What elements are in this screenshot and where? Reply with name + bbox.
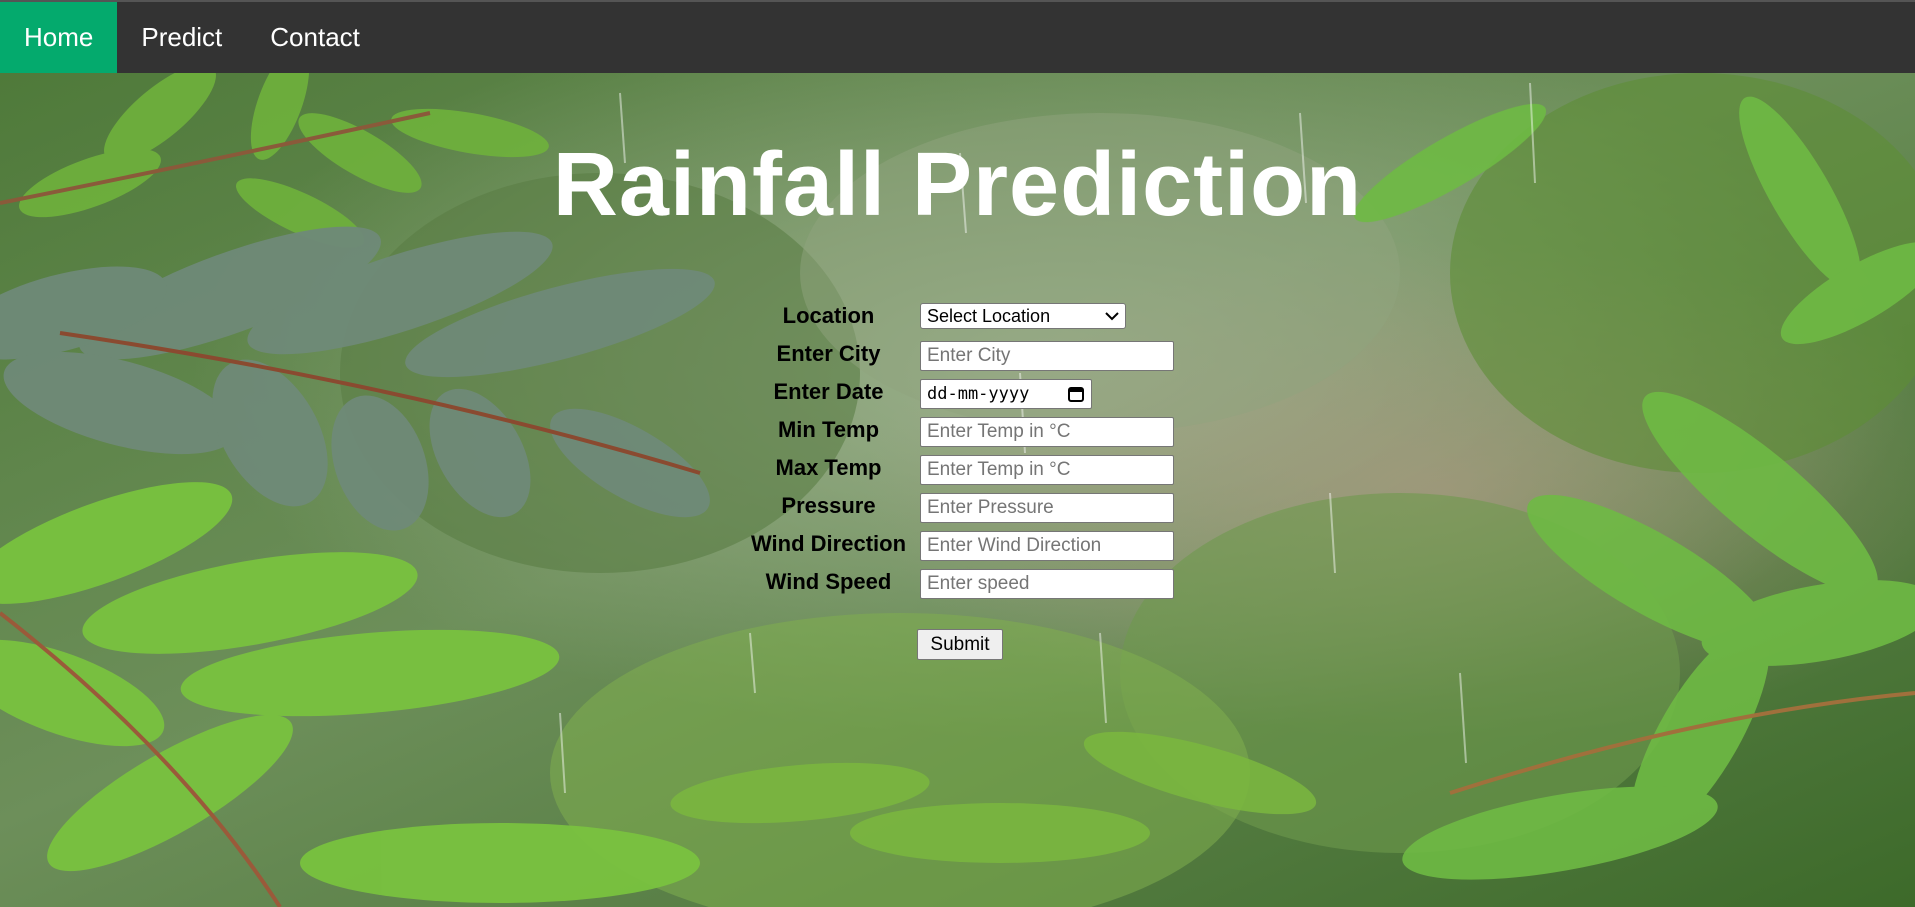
min-temp-input[interactable] bbox=[920, 417, 1174, 447]
submit-button[interactable]: Submit bbox=[917, 629, 1003, 660]
date-input[interactable]: dd-mm-yyyy bbox=[920, 379, 1092, 409]
wind-speed-input[interactable] bbox=[920, 569, 1174, 599]
calendar-icon[interactable] bbox=[1067, 385, 1085, 403]
date-label: Enter Date bbox=[773, 379, 884, 404]
pressure-label: Pressure bbox=[781, 493, 876, 518]
chevron-down-icon bbox=[1105, 312, 1119, 321]
location-select[interactable]: Select Location bbox=[920, 303, 1126, 329]
date-placeholder: dd-mm-yyyy bbox=[927, 384, 1030, 404]
nav-home[interactable]: Home bbox=[0, 2, 118, 73]
city-input[interactable] bbox=[920, 341, 1174, 371]
pressure-input[interactable] bbox=[920, 493, 1174, 523]
min-temp-label: Min Temp bbox=[777, 417, 880, 442]
location-selected-value: Select Location bbox=[927, 306, 1051, 326]
wind-speed-label: Wind Speed bbox=[765, 569, 892, 594]
city-label: Enter City bbox=[776, 341, 881, 366]
wind-direction-label: Wind Direction bbox=[750, 531, 907, 556]
nav-contact[interactable]: Contact bbox=[246, 2, 384, 73]
max-temp-label: Max Temp bbox=[775, 455, 882, 480]
page-title: Rainfall Prediction bbox=[552, 135, 1363, 235]
nav-predict[interactable]: Predict bbox=[117, 2, 246, 73]
top-navbar: Home Predict Contact bbox=[0, 0, 1915, 73]
max-temp-input[interactable] bbox=[920, 455, 1174, 485]
wind-direction-input[interactable] bbox=[920, 531, 1174, 561]
location-label: Location bbox=[782, 303, 875, 328]
